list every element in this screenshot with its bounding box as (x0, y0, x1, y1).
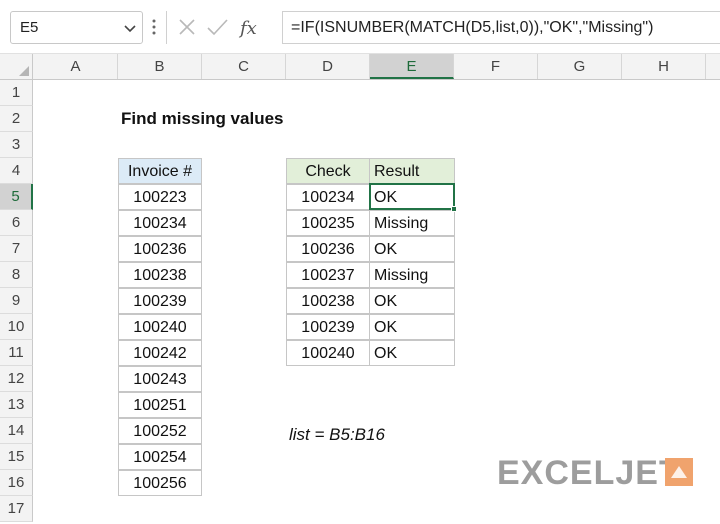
row-header-6[interactable]: 6 (0, 210, 33, 236)
row-header-5[interactable]: 5 (0, 184, 33, 210)
row-header-4[interactable]: 4 (0, 158, 33, 184)
formula-controls: fx (166, 11, 257, 44)
row-header-14[interactable]: 14 (0, 418, 33, 444)
result-cell[interactable]: Missing (369, 210, 455, 236)
column-header-f[interactable]: F (454, 54, 538, 79)
cancel-icon[interactable] (179, 19, 195, 35)
exceljet-logo: EXCELJET (497, 452, 697, 492)
row-header-15[interactable]: 15 (0, 444, 33, 470)
row-header-1[interactable]: 1 (0, 80, 33, 106)
result-cell[interactable]: OK (369, 184, 455, 210)
row-header-7[interactable]: 7 (0, 236, 33, 262)
row-header-10[interactable]: 10 (0, 314, 33, 340)
invoice-cell[interactable]: 100239 (118, 288, 202, 314)
row-header-3[interactable]: 3 (0, 132, 33, 158)
result-cell[interactable]: OK (369, 314, 455, 340)
select-all-button[interactable] (0, 54, 33, 79)
row-header-12[interactable]: 12 (0, 366, 33, 392)
column-header-c[interactable]: C (202, 54, 286, 79)
formula-bar: E5 fx =IF(ISNUMBER(MATCH(D5,list,0)),"OK… (0, 0, 720, 54)
check-cell[interactable]: 100236 (286, 236, 370, 262)
invoice-cell[interactable]: 100243 (118, 366, 202, 392)
fill-handle[interactable] (451, 206, 457, 212)
result-cell[interactable]: OK (369, 340, 455, 366)
formula-input[interactable]: =IF(ISNUMBER(MATCH(D5,list,0)),"OK","Mis… (282, 11, 720, 44)
row-header-17[interactable]: 17 (0, 496, 33, 522)
check-header-cell[interactable]: Check (286, 158, 370, 184)
invoice-cell[interactable]: 100223 (118, 184, 202, 210)
result-cell[interactable]: Missing (369, 262, 455, 288)
result-header-cell[interactable]: Result (369, 158, 455, 184)
invoice-cell[interactable]: 100236 (118, 236, 202, 262)
invoice-cell[interactable]: 100238 (118, 262, 202, 288)
check-cell[interactable]: 100235 (286, 210, 370, 236)
svg-text:fx: fx (238, 18, 257, 39)
chevron-down-icon[interactable] (121, 18, 139, 38)
column-header-b[interactable]: B (118, 54, 202, 79)
column-header-h[interactable]: H (622, 54, 706, 79)
column-header-row: A B C D E F G H (0, 54, 720, 80)
logo-text: EXCELJET (497, 454, 681, 492)
invoice-cell[interactable]: 100256 (118, 470, 202, 496)
result-cell[interactable]: OK (369, 288, 455, 314)
insert-function-icon[interactable]: fx (238, 18, 257, 39)
sheet-title[interactable]: Find missing values (121, 109, 284, 129)
logo-mark-icon (665, 458, 693, 486)
check-cell[interactable]: 100238 (286, 288, 370, 314)
row-header-16[interactable]: 16 (0, 470, 33, 496)
name-box-value: E5 (20, 19, 39, 36)
check-cell[interactable]: 100237 (286, 262, 370, 288)
invoice-cell[interactable]: 100242 (118, 340, 202, 366)
column-header-d[interactable]: D (286, 54, 370, 79)
invoice-cell[interactable]: 100251 (118, 392, 202, 418)
row-header-13[interactable]: 13 (0, 392, 33, 418)
invoice-cell[interactable]: 100254 (118, 444, 202, 470)
enter-check-icon[interactable] (207, 19, 228, 36)
invoice-cell[interactable]: 100252 (118, 418, 202, 444)
row-header-9[interactable]: 9 (0, 288, 33, 314)
column-header-a[interactable]: A (34, 54, 118, 79)
invoice-cell[interactable]: 100234 (118, 210, 202, 236)
named-range-note[interactable]: list = B5:B16 (289, 425, 385, 445)
more-options-icon[interactable] (150, 14, 158, 40)
check-cell[interactable]: 100240 (286, 340, 370, 366)
check-cell[interactable]: 100234 (286, 184, 370, 210)
select-all-icon (19, 66, 29, 76)
column-header-g[interactable]: G (538, 54, 622, 79)
invoice-cell[interactable]: 100240 (118, 314, 202, 340)
column-header-e[interactable]: E (370, 54, 454, 79)
check-cell[interactable]: 100239 (286, 314, 370, 340)
invoice-header-cell[interactable]: Invoice # (118, 158, 202, 184)
formula-text: =IF(ISNUMBER(MATCH(D5,list,0)),"OK","Mis… (291, 19, 654, 36)
result-cell[interactable]: OK (369, 236, 455, 262)
row-header-2[interactable]: 2 (0, 106, 33, 132)
name-box[interactable]: E5 (10, 11, 143, 44)
row-header-11[interactable]: 11 (0, 340, 33, 366)
row-header-8[interactable]: 8 (0, 262, 33, 288)
